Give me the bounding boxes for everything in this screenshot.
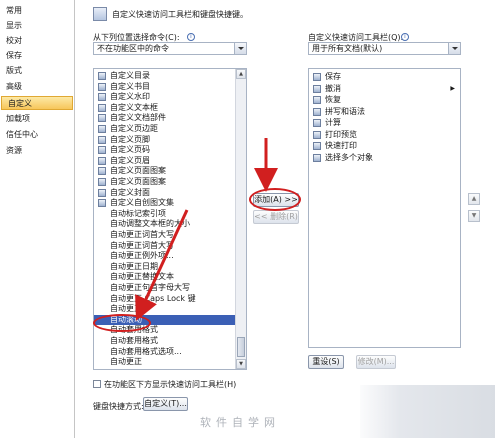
annotation-circle-add [249,188,301,211]
annotation-circle-autoscroll [93,314,151,332]
annotation-arrow-diag [135,209,189,321]
annotation-layer [135,138,278,321]
